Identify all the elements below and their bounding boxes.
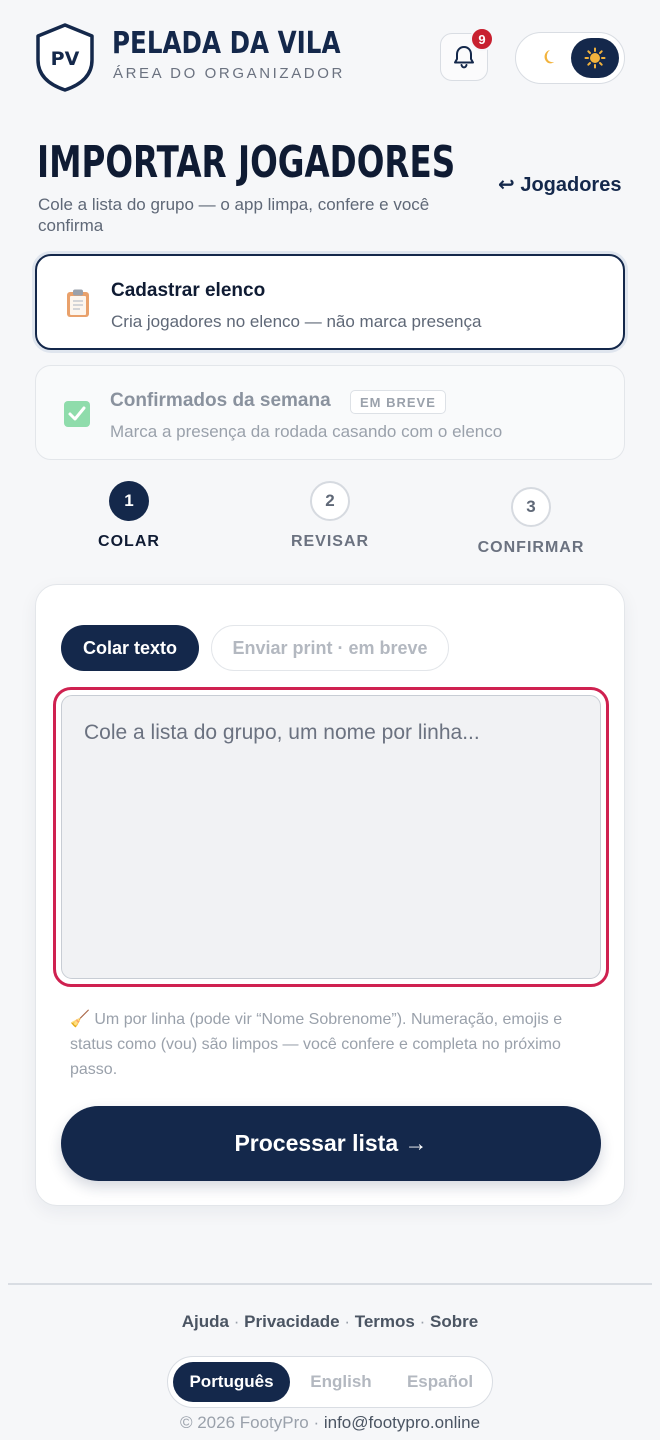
language-switcher: Português English Español [167, 1356, 493, 1408]
step-label: REVISAR [290, 533, 370, 550]
coming-soon-badge: EM BREVE [350, 390, 446, 414]
step-confirm: 3 CONFIRMAR [471, 487, 591, 557]
footer-divider [8, 1283, 652, 1285]
clipboard-icon [67, 289, 89, 317]
language-option-english[interactable]: English [296, 1362, 386, 1402]
step-number: 2 [310, 481, 350, 521]
process-list-button[interactable]: Processar lista → [61, 1106, 601, 1181]
app-header: PV PELADA DA VILA ÁREA DO ORGANIZADOR 9 [0, 0, 660, 110]
hint-text: Um por linha (pode vir “Nome Sobrenome”)… [70, 1011, 563, 1078]
footer-link-privacy[interactable]: Privacidade [244, 1312, 339, 1331]
sun-icon[interactable] [571, 38, 619, 78]
footer-separator: · [233, 1312, 240, 1331]
mode-description: Cria jogadores no elenco — não marca pre… [111, 312, 482, 331]
brand-title: PELADA DA VILA [112, 26, 341, 61]
page-title: IMPORTAR JOGADORES [37, 137, 456, 188]
logo-shield-icon: PV [36, 23, 94, 92]
checkbox-icon [64, 401, 90, 427]
footer-separator: · [344, 1312, 350, 1331]
footer-link-terms[interactable]: Termos [355, 1312, 415, 1331]
step-label: CONFIRMAR [477, 539, 585, 556]
step-number: 3 [511, 487, 551, 527]
mode-description: Marca a presença da rodada casando com o… [110, 422, 503, 441]
list-input-focus-ring [53, 687, 609, 987]
mode-card-register-roster[interactable]: Cadastrar elenco Cria jogadores no elenc… [35, 254, 625, 350]
back-to-players-link[interactable]: ↩ Jogadores [498, 172, 621, 197]
logo-initials: PV [51, 48, 80, 70]
step-number: 1 [109, 481, 149, 521]
tab-send-screenshot: Enviar print · em breve [211, 625, 449, 671]
broom-icon: 🧹 [70, 1011, 90, 1028]
copyright: © 2026 FootyPro · info@footypro.online [0, 1413, 660, 1433]
player-list-textarea[interactable] [61, 695, 601, 979]
copyright-text: © 2026 FootyPro · [179, 1413, 320, 1432]
footer-separator: · [419, 1312, 426, 1331]
page-description: Cole a lista do grupo — o app limpa, con… [38, 195, 430, 235]
mode-title: Cadastrar elenco [111, 280, 266, 301]
brand-subtitle: ÁREA DO ORGANIZADOR [113, 65, 345, 82]
mode-card-weekly-confirmed: Confirmados da semana EM BREVE Marca a p… [35, 365, 625, 460]
step-review: 2 REVISAR [270, 481, 390, 551]
notification-count-badge: 9 [470, 27, 494, 51]
input-hint: 🧹 Um por linha (pode vir “Nome Sobrenome… [70, 1007, 600, 1082]
import-card: Colar texto Enviar print · em breve 🧹 Um… [35, 584, 625, 1206]
step-paste: 1 COLAR [69, 481, 189, 551]
footer-link-help[interactable]: Ajuda [182, 1312, 229, 1331]
step-label: COLAR [98, 533, 160, 550]
theme-toggle[interactable] [515, 32, 625, 84]
footer-link-about[interactable]: Sobre [430, 1312, 478, 1331]
bell-icon [454, 46, 474, 69]
language-option-spanish[interactable]: Español [393, 1362, 487, 1402]
tab-paste-text[interactable]: Colar texto [61, 625, 199, 671]
contact-email-link[interactable]: info@footypro.online [324, 1413, 480, 1432]
language-option-portuguese[interactable]: Português [173, 1362, 290, 1402]
moon-icon[interactable] [535, 45, 559, 69]
footer-links: Ajuda · Privacidade · Termos · Sobre [0, 1312, 660, 1332]
mode-title: Confirmados da semana [110, 390, 331, 411]
